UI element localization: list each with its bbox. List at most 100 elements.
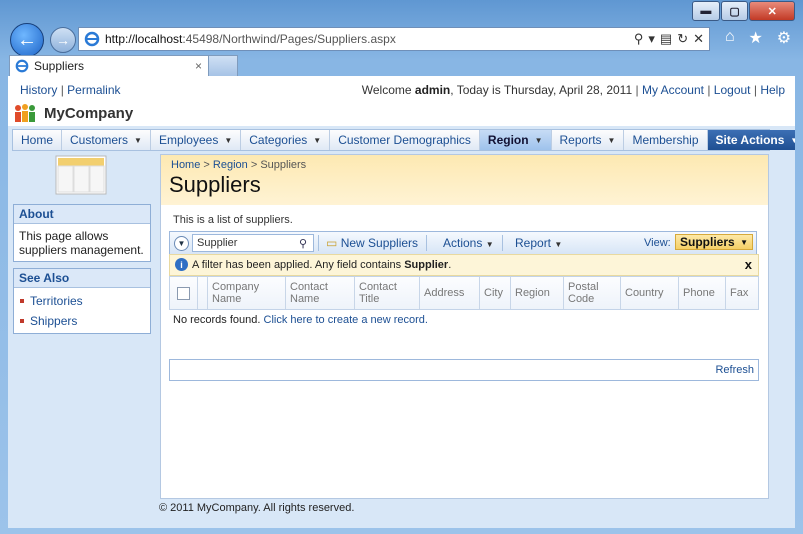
page-description: This is a list of suppliers.: [173, 214, 293, 226]
breadcrumb-home[interactable]: Home: [171, 159, 200, 171]
menu-membership[interactable]: Membership: [624, 130, 708, 150]
actions-button[interactable]: Actions ▼: [443, 236, 494, 250]
close-filter-button[interactable]: x: [745, 257, 752, 272]
grid-toolbar: ▼ Supplier ⚲ ▭ New Suppliers Actions ▼ R…: [169, 231, 757, 255]
column-header[interactable]: Address: [420, 277, 480, 309]
favorites-star-icon[interactable]: ★: [748, 28, 762, 48]
history-link[interactable]: History: [20, 83, 57, 97]
divider: [502, 235, 503, 251]
filter-text: A filter has been applied. Any field con…: [192, 259, 451, 271]
copyright-footer: © 2011 MyCompany. All rights reserved.: [159, 502, 355, 514]
window-controls: ▬ ▢ ✕: [692, 1, 796, 21]
menu-label: Reports: [559, 133, 602, 147]
chevron-down-icon: ▼: [313, 135, 322, 145]
breadcrumb-sep: >: [250, 159, 258, 171]
menu-site-actions[interactable]: Site Actions ▼: [707, 130, 795, 150]
column-header[interactable]: Contact Name: [286, 277, 355, 309]
menu-employees[interactable]: Employees ▼: [151, 130, 242, 150]
select-all-checkbox[interactable]: [170, 277, 198, 309]
gear-icon[interactable]: ⚙: [777, 28, 791, 48]
column-header[interactable]: Country: [621, 277, 679, 309]
forward-button[interactable]: →: [50, 27, 76, 53]
welcome-prefix: Welcome: [361, 83, 412, 97]
see-also-title: See Also: [14, 269, 150, 288]
column-header[interactable]: Region: [511, 277, 564, 309]
sidebar-link-shippers[interactable]: Shippers: [18, 311, 146, 331]
column-header[interactable]: City: [480, 277, 511, 309]
company-logo-icon: [15, 104, 35, 122]
new-record-icon: ▭: [326, 236, 338, 250]
chevron-down-icon: ▼: [485, 240, 494, 249]
link-label: Shippers: [30, 314, 78, 328]
divider: [426, 235, 427, 251]
chevron-down-icon[interactable]: ▼: [174, 236, 189, 251]
menu-home[interactable]: Home: [13, 130, 63, 150]
brand-bar: MyCompany: [8, 100, 795, 126]
grid-header: Company Name Contact Name Contact Title …: [169, 276, 759, 310]
view-selector[interactable]: Suppliers ▼: [675, 234, 753, 250]
separator: |: [707, 83, 711, 97]
filter-period: .: [448, 259, 452, 271]
close-icon[interactable]: ✕: [749, 1, 796, 21]
address-bar[interactable]: http://localhost:45498/Northwind/Pages/S…: [78, 27, 710, 51]
empty-message: No records found. Click here to create a…: [173, 314, 428, 326]
menu-categories[interactable]: Categories ▼: [241, 130, 331, 150]
back-button[interactable]: ←: [10, 23, 44, 57]
help-link[interactable]: Help: [760, 83, 785, 97]
column-header[interactable]: Phone: [679, 277, 726, 309]
stop-icon[interactable]: ✕: [693, 31, 704, 47]
button-label: New Suppliers: [340, 236, 419, 250]
chevron-down-icon[interactable]: ▾: [648, 31, 655, 47]
menu-label: Site Actions: [715, 133, 785, 147]
column-header[interactable]: Fax: [726, 277, 758, 309]
menu-label: Customer Demographics: [338, 133, 471, 147]
tab-title: Suppliers: [34, 59, 85, 73]
report-button[interactable]: Report ▼: [515, 236, 562, 250]
breadcrumb-region[interactable]: Region: [213, 159, 248, 171]
menu-reports[interactable]: Reports ▼: [552, 130, 625, 150]
menu-customers[interactable]: Customers ▼: [62, 130, 151, 150]
chevron-down-icon: ▼: [607, 135, 616, 145]
new-tab-button[interactable]: [208, 55, 238, 77]
menu-label: Categories: [249, 133, 308, 147]
home-icon[interactable]: ⌂: [725, 28, 735, 48]
separator: |: [60, 83, 64, 97]
menu-region[interactable]: Region ▼: [479, 130, 552, 150]
top-links: History | Permalink: [20, 83, 121, 97]
button-label: Report: [515, 236, 552, 250]
view-value: Suppliers: [680, 235, 735, 249]
divider: [318, 235, 319, 251]
content-panel: Home > Region > Suppliers Suppliers This…: [160, 154, 769, 499]
logout-link[interactable]: Logout: [714, 83, 751, 97]
view-label: View:: [644, 237, 671, 249]
separator: |: [635, 83, 639, 97]
refresh-icon[interactable]: ↻: [677, 31, 688, 47]
permalink-link[interactable]: Permalink: [67, 83, 120, 97]
refresh-link[interactable]: Refresh: [715, 364, 754, 376]
quick-find-input[interactable]: Supplier ⚲: [192, 234, 314, 252]
column-header[interactable]: Contact Title: [355, 277, 420, 309]
maximize-icon[interactable]: ▢: [720, 1, 749, 21]
column-header[interactable]: Postal Code: [564, 277, 621, 309]
create-record-link[interactable]: Click here to create a new record.: [264, 314, 428, 326]
menu-label: Employees: [158, 133, 219, 147]
no-records-text: No records found.: [173, 314, 261, 326]
sidebar-link-territories[interactable]: Territories: [18, 291, 146, 311]
row-action-column: [198, 277, 208, 309]
column-header[interactable]: Company Name: [208, 277, 286, 309]
top-bar: History | Permalink Welcome admin, Today…: [8, 76, 795, 100]
minimize-icon[interactable]: ▬: [692, 1, 720, 21]
browser-tab[interactable]: Suppliers ×: [9, 55, 209, 76]
menu-customer-demographics[interactable]: Customer Demographics: [330, 130, 480, 150]
new-suppliers-button[interactable]: ▭ New Suppliers: [326, 236, 418, 250]
welcome-bar: Welcome admin, Today is Thursday, April …: [362, 83, 785, 97]
page-header: Home > Region > Suppliers Suppliers: [161, 155, 768, 205]
menu-label: Region: [487, 133, 529, 147]
search-icon[interactable]: ⚲: [634, 31, 644, 47]
compat-view-icon[interactable]: ▤: [660, 31, 672, 47]
tab-close-icon[interactable]: ×: [195, 59, 202, 73]
search-icon[interactable]: ⚲: [299, 237, 313, 250]
main-menu: Home Customers ▼ Employees ▼ Categories ▼ C…: [12, 129, 795, 151]
my-account-link[interactable]: My Account: [642, 83, 704, 97]
search-value: Supplier: [197, 237, 238, 249]
